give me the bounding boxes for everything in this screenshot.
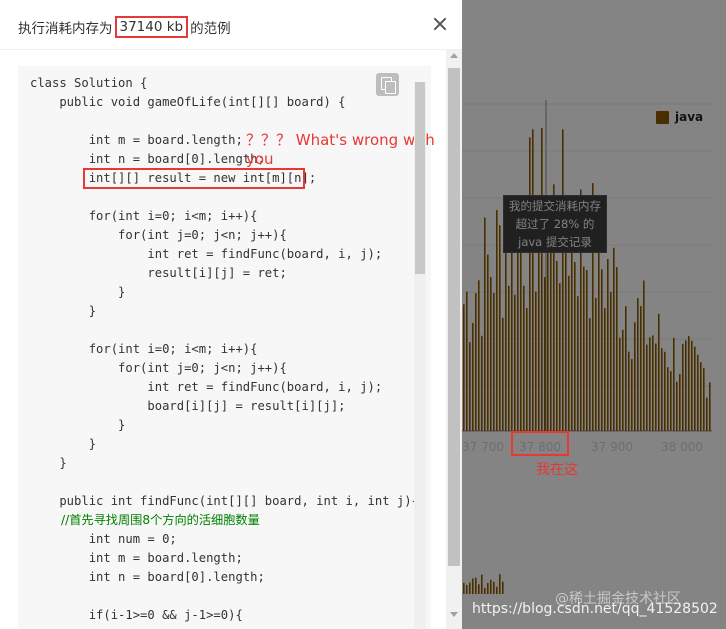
code-line: int num = 0;: [30, 532, 177, 546]
modal-header: 执行消耗内存为 37140 kb 的范例: [0, 0, 462, 50]
code-line: }: [30, 456, 67, 470]
modal-title: 执行消耗内存为 37140 kb 的范例: [18, 16, 231, 38]
modal-scrollbar-thumb[interactable]: [448, 68, 460, 566]
code-annotation: ？？？ What's wrong with you: [246, 131, 435, 168]
scroll-down-icon[interactable]: [450, 612, 458, 617]
code-line: public void gameOfLife(int[][] board) {: [30, 95, 346, 109]
highlight-box-my-position: [511, 431, 569, 456]
close-icon[interactable]: [432, 16, 448, 32]
code-line: int m = board.length;: [30, 551, 243, 565]
code-line: }: [30, 418, 126, 432]
title-prefix: 执行消耗内存为: [18, 21, 113, 37]
code-line: int ret = findFunc(board, i, j);: [30, 380, 383, 394]
code-line: class Solution {: [30, 76, 148, 90]
code-line: board[i][j] = result[i][j];: [30, 399, 346, 413]
code-line: int n = board[0].length;: [30, 570, 265, 584]
title-memory-value: 37140 kb: [114, 16, 189, 38]
code-line: }: [30, 437, 97, 451]
code-line: }: [30, 285, 126, 299]
scroll-up-icon[interactable]: [450, 53, 458, 58]
example-modal: 执行消耗内存为 37140 kb 的范例 class Solution { pu…: [0, 0, 462, 629]
code-line: for(int j=0; j<n; j++){: [30, 228, 287, 242]
code-line: public int findFunc(int[][] board, int i…: [30, 494, 419, 508]
highlight-box-result-array: [83, 168, 305, 189]
copy-icon[interactable]: [376, 73, 399, 96]
title-suffix: 的范例: [190, 21, 231, 37]
my-position-annotation: 我在这: [536, 462, 578, 478]
code-line: result[i][j] = ret;: [30, 266, 287, 280]
code-line: for(int i=0; i<m; i++){: [30, 209, 258, 223]
code-line: //首先寻找周围8个方向的活细胞数量: [30, 513, 260, 527]
code-line: int ret = findFunc(board, i, j);: [30, 247, 383, 261]
source-url: https://blog.csdn.net/qq_41528502: [472, 601, 718, 617]
code-line: }: [30, 304, 97, 318]
code-line: for(int i=0; i<m; i++){: [30, 342, 258, 356]
code-line: if(i-1>=0 && j-1>=0){: [30, 608, 243, 622]
code-line: for(int j=0; j<n; j++){: [30, 361, 287, 375]
code-scrollbar-thumb[interactable]: [415, 82, 425, 274]
